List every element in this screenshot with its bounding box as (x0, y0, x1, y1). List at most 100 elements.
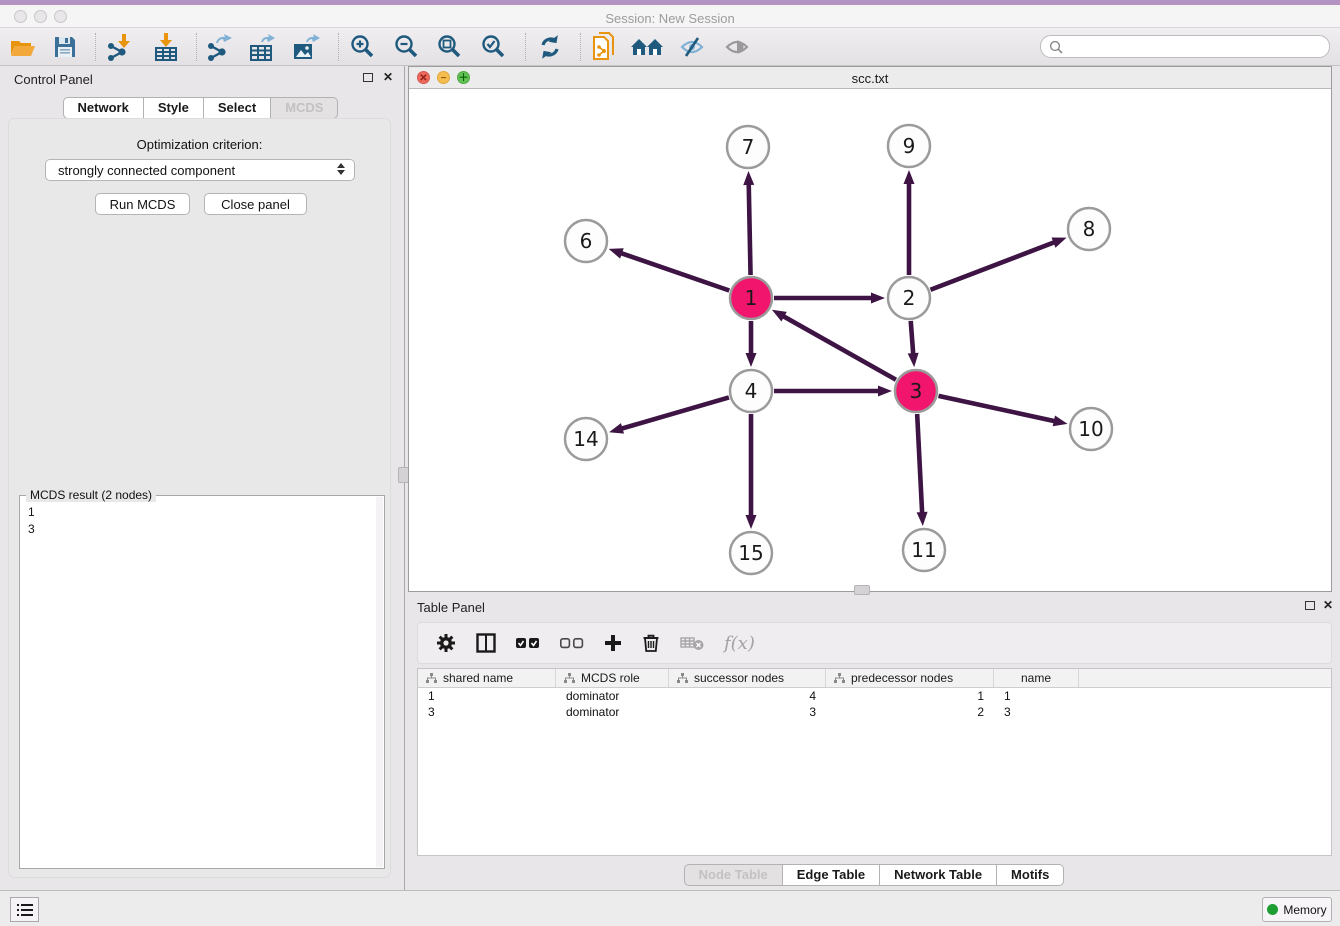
result-scrollbar[interactable] (376, 497, 383, 867)
main-toolbar (0, 28, 1340, 66)
table-close-button[interactable]: ✕ (1321, 599, 1335, 613)
edge-arrowhead (609, 248, 624, 258)
create-column-button[interactable] (604, 634, 622, 652)
home-button[interactable] (630, 32, 664, 62)
edge-2-8[interactable] (930, 242, 1056, 290)
tab-edge-table[interactable]: Edge Table (783, 864, 880, 886)
deselect-all-rows-button[interactable] (560, 637, 584, 649)
memory-status-icon (1267, 904, 1278, 915)
network-view-window: ✕ − ＋ scc.txt 7968124314101511 (408, 66, 1332, 592)
tab-mcds[interactable]: MCDS (271, 97, 338, 119)
zoom-in-button[interactable] (346, 32, 380, 62)
function-builder-button[interactable]: f(x) (724, 633, 755, 654)
column-header-shared-name[interactable]: shared name (418, 669, 556, 687)
table-cell: 1 (418, 689, 556, 703)
memory-button[interactable]: Memory (1262, 897, 1332, 922)
table-toolbar: f(x) (417, 622, 1332, 664)
function-icon: f(x) (724, 633, 755, 654)
column-type-icon (834, 673, 845, 684)
edge-1-6[interactable] (619, 252, 729, 290)
columns-icon (476, 633, 496, 653)
toolbar-separator (196, 33, 197, 61)
memory-label: Memory (1283, 903, 1326, 917)
show-graphics-button[interactable] (720, 32, 754, 62)
task-history-button[interactable] (10, 897, 39, 922)
open-session-button[interactable] (6, 32, 40, 62)
criterion-dropdown[interactable]: strongly connected component (45, 159, 355, 181)
clone-network-icon (592, 32, 618, 62)
table-cell: 2 (826, 705, 994, 719)
tab-network-table[interactable]: Network Table (880, 864, 997, 886)
close-panel-icon-button[interactable]: ✕ (381, 71, 395, 85)
node-label-1: 1 (745, 286, 758, 310)
node-label-10: 10 (1078, 417, 1103, 441)
export-image-icon (292, 33, 320, 61)
column-header-successor-nodes[interactable]: successor nodes (669, 669, 826, 687)
zoom-out-button[interactable] (390, 32, 424, 62)
zoom-selected-button[interactable] (477, 32, 511, 62)
mcds-result-title: MCDS result (2 nodes) (26, 488, 156, 502)
edge-1-7[interactable] (749, 182, 751, 275)
refresh-button[interactable] (533, 32, 567, 62)
table-row[interactable]: 3dominator323 (418, 704, 1331, 720)
export-table-icon (249, 33, 275, 61)
network-window-titlebar: ✕ − ＋ scc.txt (409, 67, 1331, 89)
save-icon (53, 35, 77, 59)
criterion-value: strongly connected component (58, 163, 235, 178)
toolbar-separator (95, 33, 96, 61)
table-float-button[interactable] (1303, 600, 1317, 614)
column-header-predecessor-nodes[interactable]: predecessor nodes (826, 669, 994, 687)
search-icon (1049, 40, 1063, 54)
clone-network-button[interactable] (588, 32, 622, 62)
table-settings-button[interactable] (436, 633, 456, 653)
network-graph-canvas[interactable]: 7968124314101511 (409, 89, 1331, 591)
clear-table-icon (680, 635, 704, 651)
export-network-button[interactable] (202, 32, 236, 62)
edge-3-10[interactable] (938, 396, 1056, 422)
tab-network[interactable]: Network (63, 97, 144, 119)
run-mcds-button[interactable]: Run MCDS (95, 193, 190, 215)
tab-style[interactable]: Style (144, 97, 204, 119)
node-label-14: 14 (573, 427, 598, 451)
zoom-out-icon (394, 34, 420, 60)
close-panel-button[interactable]: Close panel (204, 193, 307, 215)
float-icon (363, 73, 373, 82)
table-tabs: Node TableEdge TableNetwork TableMotifs (408, 864, 1340, 886)
hide-graphics-button[interactable] (675, 32, 709, 62)
edge-arrowhead (609, 423, 624, 434)
edge-3-11[interactable] (917, 414, 922, 515)
import-table-button[interactable] (149, 32, 183, 62)
tab-motifs[interactable]: Motifs (997, 864, 1064, 886)
home-icon (630, 35, 664, 59)
import-table-icon (154, 33, 178, 61)
select-all-rows-button[interactable] (516, 637, 540, 649)
column-header-mcds-role[interactable]: MCDS role (556, 669, 669, 687)
export-table-button[interactable] (245, 32, 279, 62)
deselect-all-icon (560, 637, 584, 649)
search-box[interactable] (1040, 35, 1330, 58)
node-label-7: 7 (742, 135, 755, 159)
edge-arrowhead (871, 293, 885, 304)
tab-select[interactable]: Select (204, 97, 271, 119)
zoom-fit-button[interactable] (433, 32, 467, 62)
toolbar-separator (338, 33, 339, 61)
table-row[interactable]: 1dominator411 (418, 688, 1331, 704)
table-cell: dominator (556, 705, 669, 719)
import-network-button[interactable] (102, 32, 136, 62)
edge-2-3[interactable] (911, 321, 914, 356)
horizontal-splitter-handle[interactable] (854, 585, 870, 595)
show-column-panel-button[interactable] (476, 633, 496, 653)
column-header-name[interactable]: name (994, 669, 1079, 687)
float-panel-button[interactable] (361, 72, 375, 86)
save-session-button[interactable] (48, 32, 82, 62)
edge-3-1[interactable] (781, 315, 895, 380)
search-input[interactable] (1063, 38, 1329, 56)
plus-icon (604, 634, 622, 652)
delete-column-button[interactable] (642, 633, 660, 653)
edge-4-14[interactable] (620, 397, 729, 429)
tab-node-table[interactable]: Node Table (684, 864, 783, 886)
node-label-3: 3 (910, 379, 923, 403)
clear-entries-button[interactable] (680, 635, 704, 651)
export-image-button[interactable] (289, 32, 323, 62)
toolbar-separator (525, 33, 526, 61)
